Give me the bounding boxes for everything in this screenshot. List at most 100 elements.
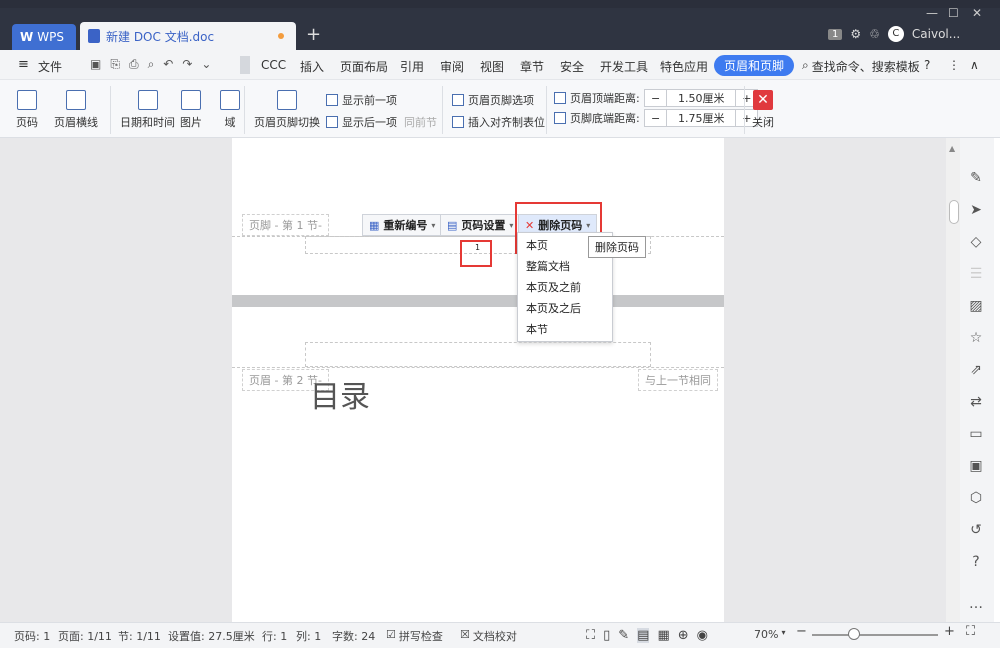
more-horizontal-icon[interactable]: …: [966, 594, 986, 614]
scroll-up-icon[interactable]: ▲: [949, 144, 955, 153]
command-search[interactable]: ⌕ 查找命令、搜索模板: [802, 58, 920, 75]
zoom-select[interactable]: 70% ▾: [754, 628, 785, 641]
fit-page-icon[interactable]: ⛶: [966, 624, 975, 639]
window-count-badge[interactable]: 1: [828, 28, 843, 40]
menu-ccc[interactable]: CCC: [261, 58, 286, 72]
minimize-icon[interactable]: —: [926, 6, 938, 20]
help-icon[interactable]: ?: [924, 58, 930, 72]
decrement-button[interactable]: −: [645, 92, 666, 105]
scroll-thumb[interactable]: [949, 200, 959, 224]
menu-view[interactable]: 视图: [480, 58, 504, 75]
footer-bottom-value[interactable]: 1.75厘米: [666, 110, 737, 126]
more-menu-icon[interactable]: ⋮: [948, 58, 960, 72]
zoom-slider[interactable]: [812, 634, 938, 636]
page-number-setting-button[interactable]: ▤ 页码设置 ▾: [440, 214, 521, 236]
hf-options-button[interactable]: 页眉页脚选项: [452, 92, 534, 108]
switch-header-footer-button[interactable]: 页眉页脚切换: [254, 90, 320, 130]
close-header-footer-button[interactable]: ✕ 关闭: [752, 90, 774, 130]
renumber-button[interactable]: ▦ 重新编号 ▾: [362, 214, 443, 236]
undo-icon[interactable]: ↶: [163, 57, 173, 72]
new-tab-button[interactable]: +: [306, 24, 321, 45]
redo-icon[interactable]: ↷: [182, 57, 192, 72]
skin-icon[interactable]: ⚙: [850, 27, 861, 41]
reading-mode-icon[interactable]: ▯: [603, 628, 610, 643]
status-section[interactable]: 节: 1/11: [118, 628, 161, 644]
decrement-button[interactable]: −: [645, 112, 666, 125]
menu-page-layout[interactable]: 页面布局: [340, 58, 388, 75]
status-words[interactable]: 字数: 24: [332, 628, 375, 644]
image-gallery-icon[interactable]: ▨: [966, 296, 986, 316]
picture-button[interactable]: 图片: [180, 90, 202, 130]
vertical-scrollbar[interactable]: [946, 138, 960, 622]
spell-check-button[interactable]: ☑ 拼写检查: [386, 628, 443, 644]
eye-protect-icon[interactable]: ◉: [697, 628, 708, 643]
header-line-button[interactable]: 页眉横线: [54, 90, 98, 130]
translate-icon[interactable]: ⇄: [966, 392, 986, 412]
export-icon[interactable]: ⎘: [110, 57, 120, 72]
menu-chapter[interactable]: 章节: [520, 58, 544, 75]
page-view-icon[interactable]: ▤: [637, 628, 650, 643]
status-setting[interactable]: 设置值: 27.5厘米: [168, 628, 255, 644]
save-icon[interactable]: ▣: [90, 57, 101, 72]
hamburger-icon[interactable]: ≡: [18, 57, 29, 72]
tab-document[interactable]: 新建 DOC 文档.doc: [80, 22, 296, 50]
zoom-out-button[interactable]: −: [796, 624, 807, 639]
web-view-icon[interactable]: ⊕: [678, 628, 689, 643]
archive-icon[interactable]: ▭: [966, 424, 986, 444]
menu-header-footer[interactable]: 页眉和页脚: [714, 55, 795, 76]
page-number-value[interactable]: 1: [475, 243, 480, 252]
collapse-ribbon-icon[interactable]: ∧: [970, 58, 979, 72]
maximize-icon[interactable]: ☐: [948, 6, 959, 20]
zoom-slider-handle[interactable]: [848, 628, 860, 640]
preview-icon[interactable]: ⌕: [148, 57, 155, 72]
header-top-stepper[interactable]: − 1.50厘米 +: [644, 89, 759, 107]
avatar[interactable]: C: [887, 26, 904, 42]
menu-references[interactable]: 引用: [400, 58, 424, 75]
toc-title[interactable]: 目录: [310, 372, 370, 416]
menu-item-this-section[interactable]: 本节: [518, 317, 612, 338]
cursor-icon[interactable]: ➤: [966, 200, 986, 220]
print-icon[interactable]: ⎙: [129, 57, 139, 72]
menu-insert[interactable]: 插入: [300, 58, 324, 75]
show-previous-button[interactable]: 显示前一项: [326, 92, 397, 108]
insert-align-tab-button[interactable]: 插入对齐制表位: [452, 114, 545, 130]
collapse-toolbar-button[interactable]: [240, 56, 250, 74]
same-as-previous-button[interactable]: 同前节: [404, 114, 437, 130]
header-area[interactable]: [305, 342, 651, 367]
picture-icon[interactable]: ▣: [966, 456, 986, 476]
tab-wps-home[interactable]: W WPS: [12, 24, 76, 50]
write-mode-icon[interactable]: ✎: [618, 628, 629, 643]
field-button[interactable]: 域: [220, 90, 240, 130]
pen-icon[interactable]: ✎: [966, 168, 986, 188]
outline-view-icon[interactable]: ▦: [657, 628, 669, 643]
proofread-button[interactable]: ☒ 文档校对: [460, 628, 517, 644]
shapes-icon[interactable]: ◇: [966, 232, 986, 252]
menu-item-this-and-before[interactable]: 本页及之前: [518, 275, 612, 296]
header-top-value[interactable]: 1.50厘米: [666, 90, 737, 106]
star-icon[interactable]: ☆: [966, 328, 986, 348]
share-icon[interactable]: ⇗: [966, 360, 986, 380]
list-icon[interactable]: ☰: [966, 264, 986, 284]
user-name[interactable]: Caivol...: [912, 27, 960, 41]
history-icon[interactable]: ↺: [966, 520, 986, 540]
menu-security[interactable]: 安全: [560, 58, 584, 75]
footer-bottom-stepper[interactable]: − 1.75厘米 +: [644, 109, 759, 127]
more-icon[interactable]: ⌄: [201, 57, 211, 72]
status-page-code[interactable]: 页码: 1: [14, 628, 50, 644]
close-window-icon[interactable]: ✕: [972, 6, 982, 20]
page-number-button[interactable]: 页码: [16, 90, 38, 130]
zoom-in-button[interactable]: +: [944, 624, 955, 639]
shield-icon[interactable]: ⬡: [966, 488, 986, 508]
menu-file[interactable]: 文件: [38, 58, 62, 75]
date-time-button[interactable]: 日期和时间: [120, 90, 175, 130]
menu-item-this-and-after[interactable]: 本页及之后: [518, 296, 612, 317]
menu-special[interactable]: 特色应用: [660, 58, 708, 75]
menu-developer[interactable]: 开发工具: [600, 58, 648, 75]
help-circle-icon[interactable]: ?: [966, 552, 986, 572]
menu-review[interactable]: 审阅: [440, 58, 464, 75]
status-page[interactable]: 页面: 1/11: [58, 628, 112, 644]
fullscreen-icon[interactable]: ⛶: [586, 628, 595, 643]
shirt-icon[interactable]: ♲: [869, 27, 880, 41]
tab-wps-label: WPS: [37, 30, 64, 44]
show-next-button[interactable]: 显示后一项: [326, 114, 397, 130]
